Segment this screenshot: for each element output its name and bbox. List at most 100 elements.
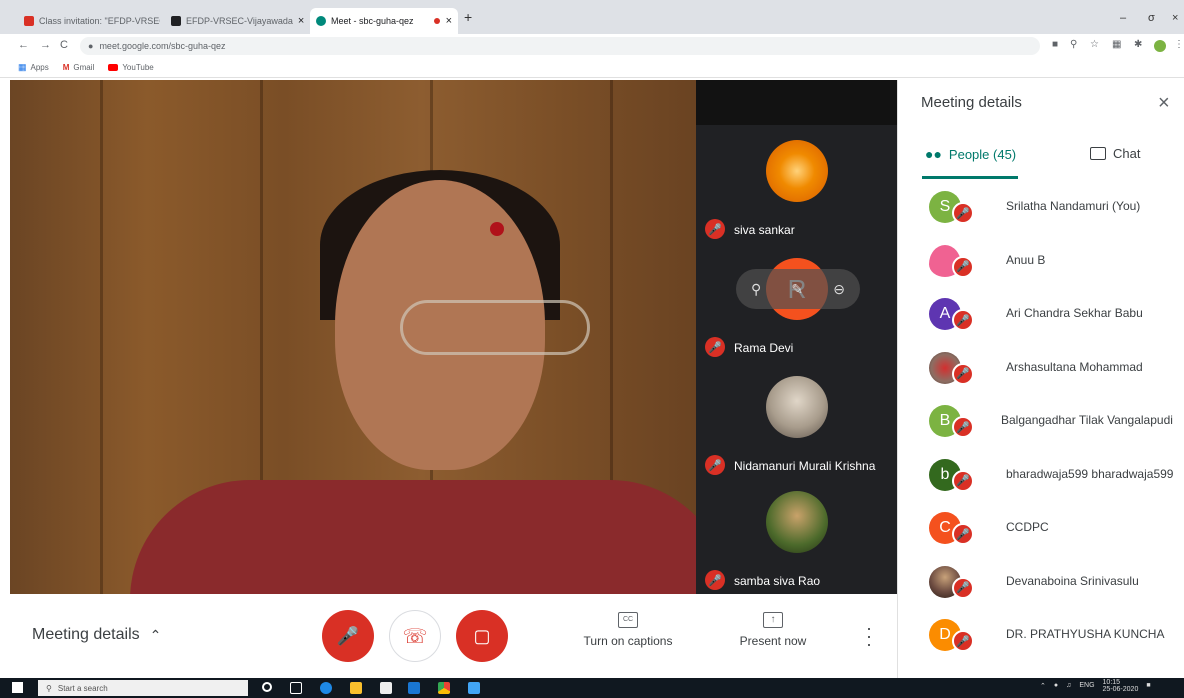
clock[interactable]: 10:15 25-06-2020 (1103, 679, 1139, 693)
meet-icon (316, 16, 326, 26)
person-name: bharadwaja599 bharadwaja599 (1006, 466, 1174, 481)
classroom-icon (171, 16, 181, 26)
list-item[interactable]: D 🎤 DR. PRATHYUSHA KUNCHA (898, 608, 1184, 662)
person-name: Anuu B (1006, 252, 1046, 267)
search-icon: ⚲ (46, 683, 52, 693)
pin-icon[interactable]: ⚲ (751, 281, 761, 298)
recording-dot-icon (433, 18, 440, 24)
list-item[interactable]: 🎤 Arshasultana Mohammad (898, 341, 1184, 395)
participant-tile[interactable]: 🎤 Nidamanuri Murali Krishna (696, 361, 897, 479)
notifications-icon[interactable]: ■ (1146, 682, 1150, 693)
file-explorer-icon[interactable] (350, 682, 362, 694)
bookmarks-bar: ▦ Apps M Gmail YouTube (0, 58, 1184, 78)
leave-call-button[interactable]: ☏ (389, 610, 441, 662)
bookmark-apps[interactable]: ▦ Apps (18, 62, 49, 73)
profile-avatar[interactable] (1154, 40, 1166, 52)
language-indicator[interactable]: ENG (1079, 682, 1094, 693)
browser-tab-classroom[interactable]: EFDP-VRSEC-Vijayawada × (165, 8, 305, 34)
camera-icon[interactable]: ■ (1052, 39, 1058, 50)
forward-button[interactable]: → (40, 39, 51, 51)
minimize-button[interactable]: – (1120, 12, 1126, 24)
gmail-icon (24, 16, 34, 26)
mic-off-icon: 🎤 (705, 219, 725, 239)
main-video-feed (10, 80, 696, 594)
presenter-figure (130, 170, 696, 594)
tab-people[interactable]: ●● People (45) (925, 146, 1016, 162)
participant-tile[interactable]: R ⚲ ✎ ⊖ 🎤 Rama Devi (696, 243, 897, 361)
participant-avatar (766, 140, 828, 202)
captions-icon: CC (618, 612, 638, 628)
lock-icon: ● (88, 41, 94, 51)
volume-icon[interactable]: ♫ (1066, 682, 1071, 693)
hangup-icon: ☏ (402, 625, 428, 648)
presenter-face (335, 180, 590, 470)
participant-avatar (766, 376, 828, 438)
close-panel-icon[interactable]: × (1158, 92, 1170, 115)
mic-off-icon: 🎤 (952, 469, 974, 492)
browser-menu-icon[interactable]: ⋮ (1174, 39, 1184, 50)
list-item[interactable]: C 🎤 CCDPC (898, 501, 1184, 555)
list-item[interactable]: b 🎤 bharadwaja599 bharadwaja599 (898, 448, 1184, 502)
tab-label: Class invitation: "EFDP-VRSEC-V (39, 16, 160, 26)
tab-chat[interactable]: Chat (1090, 146, 1140, 161)
browser-tab-gmail[interactable]: Class invitation: "EFDP-VRSEC-V × (18, 8, 160, 34)
apps-icon: ▦ (18, 62, 27, 72)
list-item[interactable]: 🎤 Devanaboina Srinivasulu (898, 555, 1184, 609)
chrome-icon[interactable] (438, 682, 450, 694)
remove-icon[interactable]: ⊖ (833, 281, 845, 298)
glasses (400, 300, 590, 355)
zoom-icon[interactable]: ⚲ (1070, 39, 1077, 50)
microphone-toggle-button[interactable]: 🎤 (322, 610, 374, 662)
list-item[interactable]: A 🎤 Ari Chandra Sekhar Babu (898, 287, 1184, 341)
tab-close-icon[interactable]: × (433, 15, 452, 27)
windows-start-icon[interactable] (12, 682, 23, 693)
present-now-button[interactable]: ↑ Present now (730, 612, 816, 648)
browser-tab-meet[interactable]: Meet - sbc-guha-qez × (310, 8, 458, 34)
extension-icon[interactable]: ▦ (1112, 39, 1121, 50)
task-view-icon[interactable] (290, 682, 302, 694)
mic-off-icon: 🎤 (336, 625, 360, 646)
puzzle-icon[interactable]: ✱ (1134, 39, 1142, 50)
mail-icon[interactable] (408, 682, 420, 694)
people-list: S 🎤 Srilatha Nandamuri (You) 🎤 Anuu B A … (898, 180, 1184, 662)
mic-off-icon: 🎤 (952, 255, 974, 278)
more-options-icon[interactable]: · · · (866, 619, 872, 653)
edge-icon[interactable] (320, 682, 332, 694)
person-name: Ari Chandra Sekhar Babu (1006, 306, 1143, 320)
door-panel-edge (100, 80, 103, 594)
cortana-icon[interactable] (262, 682, 272, 692)
participant-tile[interactable]: 🎤 samba siva Rao (696, 476, 897, 594)
chevron-up-icon[interactable]: ⌃ (1040, 682, 1046, 693)
gmail-icon: M (62, 63, 70, 72)
close-window-button[interactable]: × (1172, 12, 1178, 24)
camera-toggle-button[interactable]: ▢ (456, 610, 508, 662)
new-tab-button[interactable]: + (464, 9, 472, 25)
people-icon: ●● (925, 146, 942, 162)
bookmark-gmail[interactable]: M Gmail (63, 63, 95, 72)
list-item[interactable]: B 🎤 Balgangadhar Tilak Vangalapudi (898, 394, 1184, 448)
store-icon[interactable] (380, 682, 392, 694)
mic-off-icon: 🎤 (952, 523, 974, 545)
app-icon[interactable] (468, 682, 480, 694)
participant-tile[interactable]: 🎤 siva sankar (696, 125, 897, 243)
list-item[interactable]: S 🎤 Srilatha Nandamuri (You) (898, 180, 1184, 234)
star-icon[interactable]: ☆ (1090, 39, 1099, 50)
url-input[interactable]: ● meet.google.com/sbc-guha-qez (80, 37, 1040, 55)
captions-button[interactable]: CC Turn on captions (578, 612, 678, 648)
participant-name: samba siva Rao (734, 574, 821, 588)
restore-button[interactable]: σ (1148, 12, 1155, 24)
browser-tab-strip: Class invitation: "EFDP-VRSEC-V × EFDP-V… (0, 0, 1184, 34)
youtube-icon (108, 64, 119, 71)
network-icon[interactable]: ● (1054, 682, 1058, 693)
bookmark-youtube[interactable]: YouTube (108, 63, 154, 72)
participant-strip: 🎤 siva sankar R ⚲ ✎ ⊖ 🎤 Rama Devi 🎤 Nida… (696, 80, 897, 594)
tile-hover-controls: ⚲ ✎ ⊖ (736, 269, 860, 309)
taskbar-search-input[interactable]: ⚲ Start a search (38, 680, 248, 696)
meeting-details-toggle[interactable]: Meeting details ⌃ (32, 626, 161, 644)
back-button[interactable]: ← (18, 39, 29, 51)
tab-close-icon[interactable]: × (298, 15, 304, 27)
mute-icon[interactable]: ✎ (791, 281, 803, 298)
list-item[interactable]: 🎤 Anuu B (898, 234, 1184, 288)
reload-button[interactable]: C (60, 39, 68, 51)
mic-off-icon: 🎤 (952, 576, 974, 599)
